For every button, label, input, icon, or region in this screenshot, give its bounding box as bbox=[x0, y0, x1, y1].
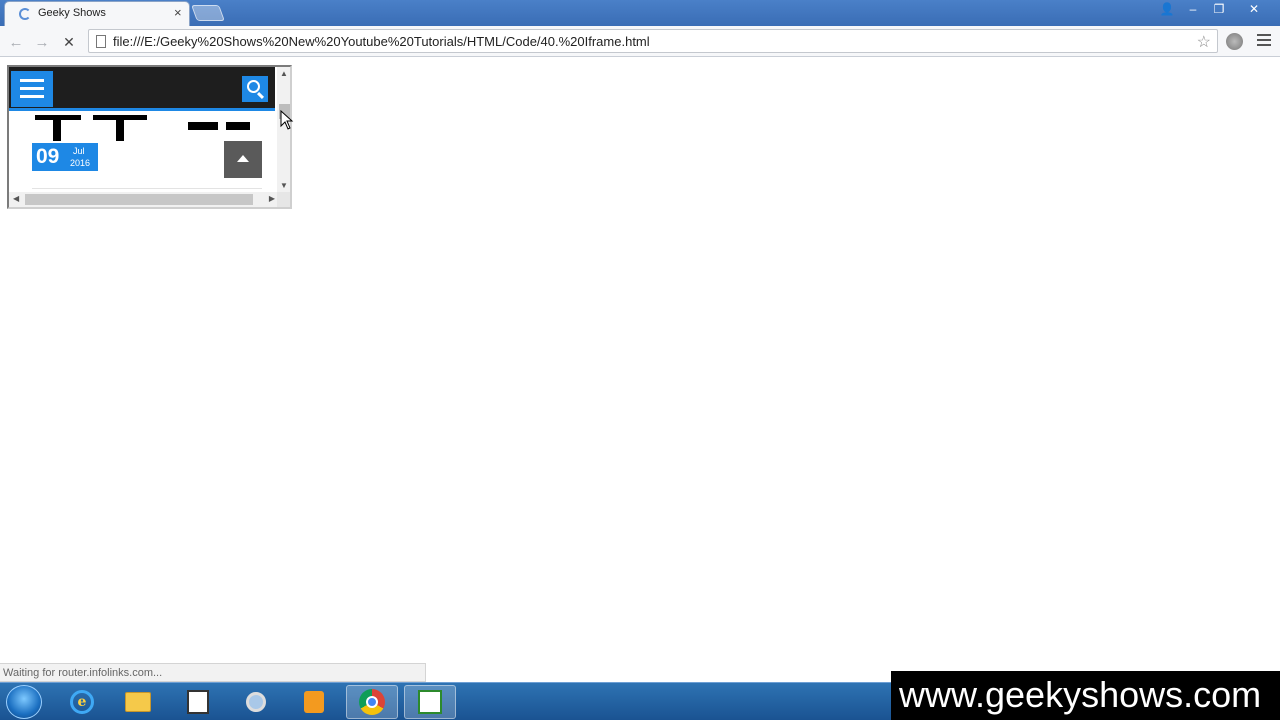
date-year: 2016 bbox=[70, 158, 91, 168]
taskbar-chart-app[interactable] bbox=[404, 685, 456, 719]
folder-icon bbox=[125, 692, 151, 712]
date-month: Jul bbox=[73, 146, 85, 156]
scroll-right-icon[interactable]: ▶ bbox=[269, 194, 275, 203]
user-icon[interactable]: 👤 bbox=[1154, 0, 1180, 18]
address-bar[interactable]: file:///E:/Geeky%20Shows%20New%20Youtube… bbox=[88, 29, 1218, 53]
divider bbox=[32, 188, 262, 189]
tab-title: Geeky Shows bbox=[38, 7, 106, 19]
magnifier-icon bbox=[246, 692, 266, 712]
extension-icon[interactable] bbox=[1226, 33, 1243, 50]
start-button-icon[interactable] bbox=[6, 685, 42, 719]
taskbar-chrome[interactable] bbox=[346, 685, 398, 719]
date-day: 09 bbox=[36, 145, 60, 168]
maximize-button[interactable]: ❐ bbox=[1206, 0, 1232, 18]
close-window-button[interactable]: ✕ bbox=[1232, 0, 1276, 18]
chrome-icon bbox=[359, 689, 385, 715]
chart-app-icon bbox=[418, 690, 442, 714]
tab-close-icon[interactable]: × bbox=[174, 5, 182, 20]
tab-strip: Geeky Shows × 👤 – ❐ ✕ bbox=[0, 0, 1280, 26]
taskbar-snipping[interactable] bbox=[230, 685, 282, 719]
taskbar-internet-explorer[interactable]: e bbox=[56, 685, 108, 719]
taskbar-reader[interactable] bbox=[172, 685, 224, 719]
arrow-up-icon bbox=[237, 155, 249, 162]
horizontal-scroll-thumb[interactable] bbox=[25, 194, 253, 205]
loading-spinner-icon bbox=[19, 8, 31, 20]
date-badge: 09 Jul 2016 bbox=[32, 143, 98, 171]
book-icon bbox=[187, 690, 209, 714]
page-icon bbox=[96, 35, 106, 48]
watermark-text: www.geekyshows.com bbox=[891, 671, 1280, 720]
heading-glyph bbox=[188, 122, 218, 130]
url-text[interactable]: file:///E:/Geeky%20Shows%20New%20Youtube… bbox=[113, 34, 650, 49]
heading-glyph bbox=[226, 122, 250, 130]
site-header bbox=[9, 67, 275, 111]
hamburger-menu-icon[interactable] bbox=[1257, 34, 1271, 46]
minimize-button[interactable]: – bbox=[1180, 0, 1206, 18]
scroll-to-top-button[interactable] bbox=[224, 141, 262, 178]
tab-geeky-shows[interactable]: Geeky Shows × bbox=[4, 1, 190, 26]
iframe-viewport[interactable]: 09 Jul 2016 ▲ ▼ ◀ ▶ bbox=[7, 65, 292, 209]
back-arrow-icon[interactable]: ← bbox=[7, 33, 25, 51]
internet-explorer-icon: e bbox=[70, 690, 94, 714]
star-icon[interactable]: ☆ bbox=[1197, 32, 1211, 52]
horizontal-scrollbar[interactable]: ◀ ▶ bbox=[9, 192, 277, 207]
stop-icon[interactable]: ✕ bbox=[60, 33, 78, 51]
heading-glyph bbox=[53, 115, 61, 141]
new-tab-button[interactable] bbox=[191, 5, 225, 21]
heading-glyph bbox=[116, 115, 124, 141]
forward-arrow-icon[interactable]: → bbox=[33, 33, 51, 51]
search-icon[interactable] bbox=[242, 76, 268, 102]
status-bubble: Waiting for router.infolinks.com... bbox=[0, 663, 426, 682]
browser-toolbar: ← → ✕ file:///E:/Geeky%20Shows%20New%20Y… bbox=[0, 26, 1280, 57]
scroll-left-icon[interactable]: ◀ bbox=[13, 194, 19, 203]
site-menu-icon[interactable] bbox=[11, 71, 53, 107]
media-player-icon bbox=[304, 691, 324, 713]
scrollbar-corner bbox=[277, 192, 290, 207]
scroll-up-icon[interactable]: ▲ bbox=[280, 69, 288, 78]
window-controls: 👤 – ❐ ✕ bbox=[1154, 0, 1276, 18]
scroll-down-icon[interactable]: ▼ bbox=[280, 181, 288, 190]
taskbar-media-player[interactable] bbox=[288, 685, 340, 719]
taskbar-explorer[interactable] bbox=[112, 685, 164, 719]
